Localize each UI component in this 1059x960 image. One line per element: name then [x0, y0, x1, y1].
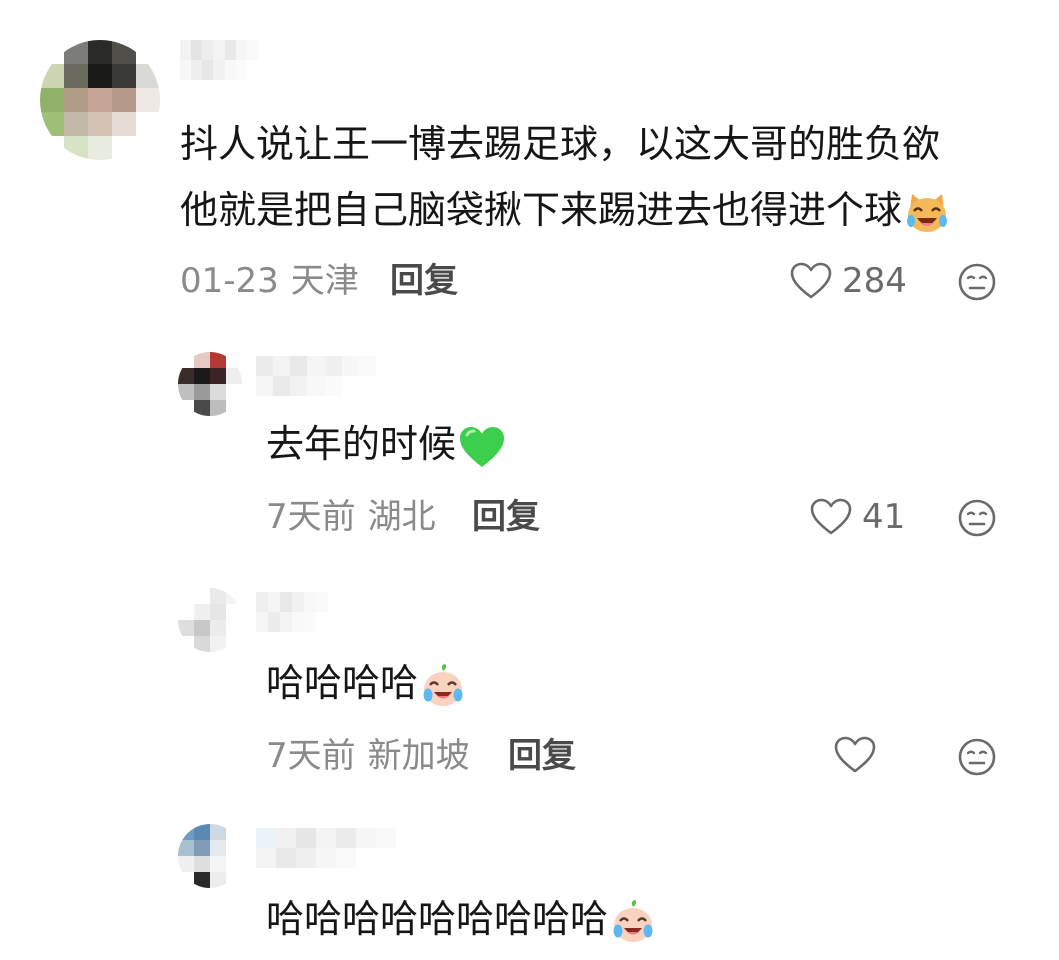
comment-location: 天津 [290, 261, 359, 301]
heart-outline-icon [834, 736, 876, 773]
comment-time: 7天前 [266, 497, 356, 537]
comment-meta: 7天前 新加坡 [266, 736, 470, 776]
like-button[interactable] [834, 736, 886, 774]
comment-text-line: 去年的时候 [266, 411, 506, 477]
avatar[interactable] [178, 824, 242, 888]
username[interactable] [180, 40, 258, 80]
neutral-face-icon[interactable] [957, 498, 997, 538]
neutral-face-icon[interactable] [957, 262, 997, 302]
avatar[interactable] [40, 40, 160, 160]
comment-text: 他就是把自己脑袋揪下来踢进去也得进个球 [180, 188, 903, 232]
comment-meta: 7天前 湖北 [266, 497, 436, 537]
avatar[interactable] [178, 588, 242, 652]
neutral-face-icon[interactable] [957, 737, 997, 777]
reply-button[interactable]: 回复 [390, 261, 458, 301]
comment-meta: 01-23 天津 [180, 261, 359, 301]
heart-outline-icon [790, 262, 832, 299]
like-count: 41 [862, 497, 906, 537]
comment-text: 哈哈哈哈 [266, 661, 419, 705]
like-count: 284 [842, 261, 907, 301]
crying-laughing-emoji [613, 899, 653, 942]
reply-button[interactable]: 回复 [472, 497, 540, 537]
heart-outline-icon [810, 498, 852, 535]
avatar[interactable] [178, 352, 242, 416]
like-button[interactable]: 41 [810, 497, 905, 537]
username[interactable] [256, 828, 396, 868]
comment-location: 湖北 [367, 497, 436, 537]
reply-button[interactable]: 回复 [508, 736, 576, 776]
comment-time: 7天前 [266, 736, 356, 776]
comment-text: 哈哈哈哈哈哈哈哈哈 [266, 897, 609, 941]
comment-text-line: 他就是把自己脑袋揪下来踢进去也得进个球 [180, 177, 950, 243]
username[interactable] [256, 592, 340, 632]
comment-location: 新加坡 [367, 736, 470, 776]
comment-text-line: 哈哈哈哈哈哈哈哈哈 [266, 886, 656, 952]
comment-text-line: 抖人说让王一博去踢足球，以这大哥的胜负欲 [180, 122, 941, 166]
comment-time: 01-23 [180, 261, 279, 301]
comment-text: 去年的时候 [266, 422, 457, 466]
username[interactable] [256, 356, 376, 396]
crying-laughing-emoji [423, 663, 463, 706]
comment-text-line: 哈哈哈哈 [266, 650, 466, 716]
green-heart-emoji [460, 426, 505, 467]
like-button[interactable]: 284 [790, 261, 907, 301]
laughing-cat-emoji [907, 193, 948, 232]
